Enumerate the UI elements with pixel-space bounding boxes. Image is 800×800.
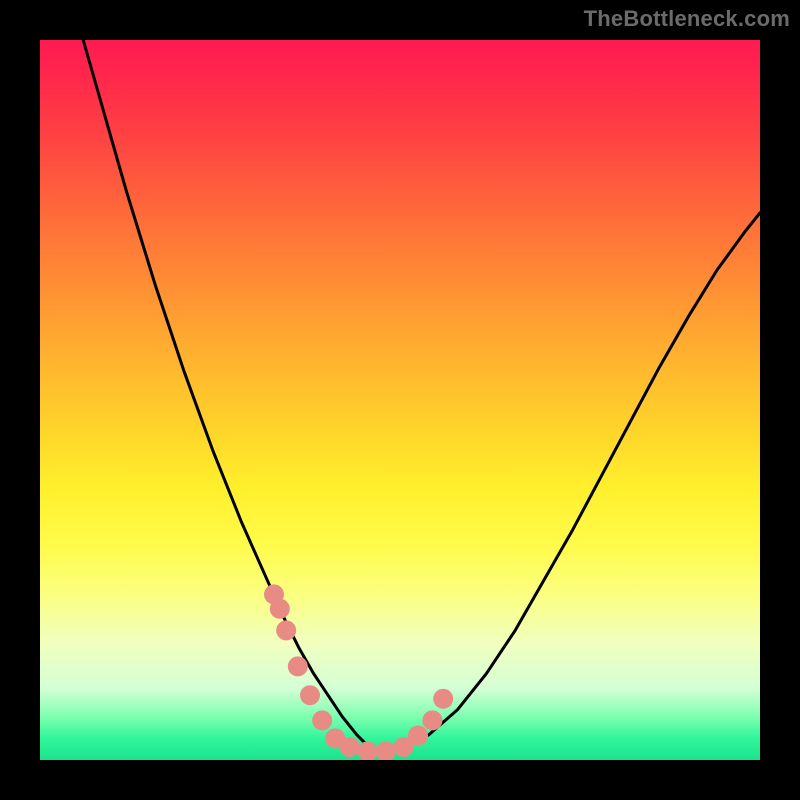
highlighted-markers bbox=[40, 40, 760, 760]
highlight-point bbox=[312, 710, 332, 730]
highlight-point bbox=[422, 710, 442, 730]
highlight-point bbox=[300, 685, 320, 705]
highlight-point bbox=[358, 741, 378, 760]
highlight-point bbox=[433, 689, 453, 709]
highlight-point bbox=[288, 656, 308, 676]
plot-area bbox=[40, 40, 760, 760]
highlight-point bbox=[270, 599, 290, 619]
chart-frame: TheBottleneck.com bbox=[0, 0, 800, 800]
highlight-point bbox=[340, 737, 360, 757]
highlight-point bbox=[376, 741, 396, 760]
highlight-point bbox=[408, 726, 428, 746]
watermark-text: TheBottleneck.com bbox=[584, 6, 790, 32]
highlight-point bbox=[276, 620, 296, 640]
